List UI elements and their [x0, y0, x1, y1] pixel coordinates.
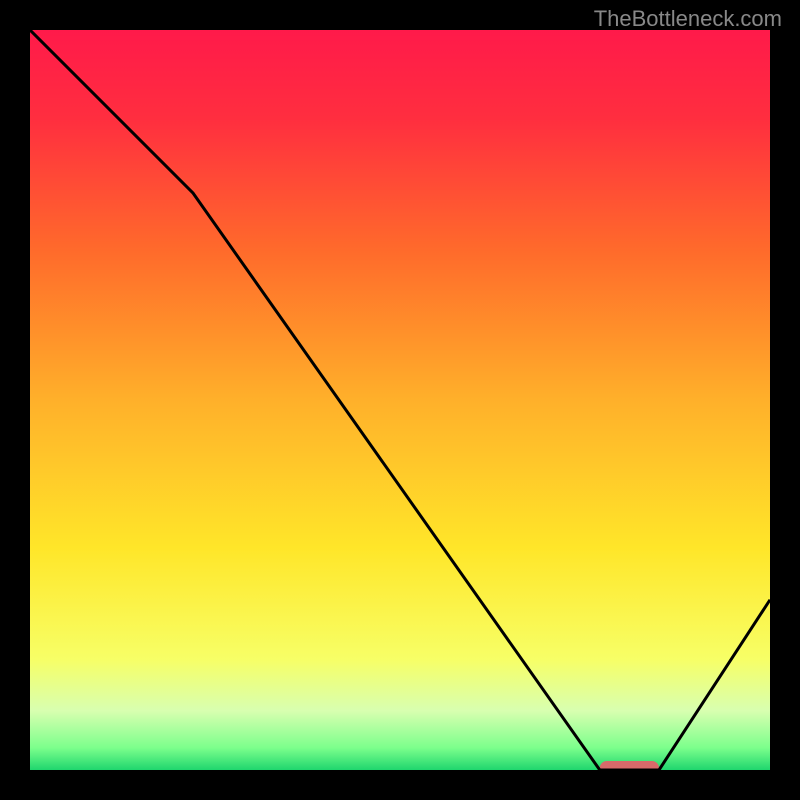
chart-container: TheBottleneck.com — [0, 0, 800, 800]
watermark-label: TheBottleneck.com — [594, 6, 782, 32]
chart-svg — [30, 30, 770, 770]
plot-area — [30, 30, 770, 770]
